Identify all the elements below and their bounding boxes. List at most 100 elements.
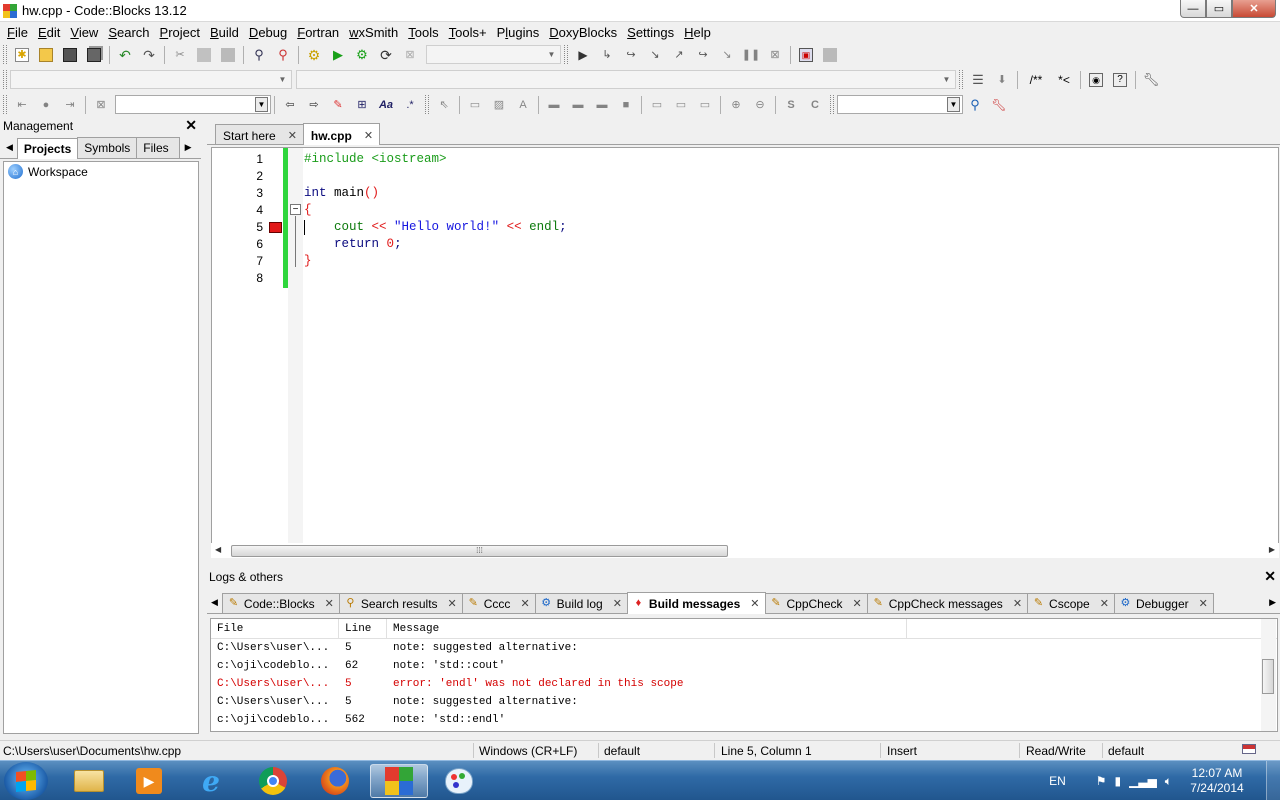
code-line[interactable]: 5 cout << "Hello world!" << endl; (212, 219, 1272, 236)
replace-button[interactable]: ⚲ (272, 45, 294, 65)
jump-last-button[interactable]: ● (35, 95, 57, 115)
doxyblocks-config-button[interactable]: 🔧︎ (1140, 70, 1162, 90)
rebuild-button[interactable]: ⟳ (375, 45, 397, 65)
code-line[interactable]: 7} (212, 253, 1272, 270)
debug-start-button[interactable]: ▶ (572, 45, 594, 65)
run-button[interactable]: ▶ (327, 45, 349, 65)
scope-select[interactable]: ▼ (10, 70, 292, 89)
menu-settings[interactable]: Settings (622, 25, 679, 40)
find-options-button[interactable]: 🔧︎ (988, 95, 1010, 115)
code-line[interactable]: 1 #include <iostream> (212, 151, 1272, 168)
code-line[interactable]: 6 return 0; (212, 236, 1272, 253)
toolbar-grip[interactable] (564, 45, 568, 64)
menu-tools[interactable]: Tools+ (444, 25, 492, 40)
tab-files[interactable]: Files (136, 137, 180, 158)
table-row[interactable]: C:\Users\user\... 5 error: 'endl' was not … (211, 675, 1277, 693)
redo-button[interactable]: ↷ (138, 45, 160, 65)
widget-panel-button[interactable]: ▭ (464, 95, 486, 115)
toolbar-grip[interactable] (3, 95, 7, 114)
menu-help[interactable]: Help (679, 25, 716, 40)
run-html-button[interactable]: ◉ (1085, 70, 1107, 90)
run-chm-button[interactable]: ? (1109, 70, 1131, 90)
stop-debug-button[interactable]: ⊠ (764, 45, 786, 65)
find-go-button[interactable]: ⚲ (964, 95, 986, 115)
vertical-scrollbar[interactable] (1261, 619, 1276, 731)
build-run-button[interactable]: ⚙ (351, 45, 373, 65)
undo-button[interactable]: ↶ (114, 45, 136, 65)
find-button[interactable]: ⚲ (248, 45, 270, 65)
block-comment-button[interactable]: /** (1022, 70, 1050, 90)
line-comment-button[interactable]: *< (1052, 70, 1076, 90)
close-icon[interactable]: ✕ (288, 129, 297, 142)
menu-project[interactable]: Project (155, 25, 205, 40)
code-editor[interactable]: 1 #include <iostream> 2 3 int main() 4{5 cout… (211, 147, 1279, 547)
taskbar-explorer[interactable] (62, 764, 116, 798)
language-indicator[interactable]: EN (1049, 774, 1066, 788)
step-into-button[interactable]: ↘ (644, 45, 666, 65)
tab-search-results[interactable]: ⚲ Search results ✕ (338, 593, 463, 613)
jump-back-button[interactable]: ⇤ (11, 95, 33, 115)
tab-scroll-left-icon[interactable]: ◀ (2, 142, 17, 158)
close-icon[interactable]: ✕ (520, 597, 529, 610)
close-icon[interactable]: ✕ (185, 118, 197, 132)
tab-projects[interactable]: Projects (16, 138, 79, 159)
show-desktop-button[interactable] (1266, 761, 1280, 800)
find-previous-button[interactable]: ⇦ (279, 95, 301, 115)
find-next-button[interactable]: ⇨ (303, 95, 325, 115)
menu-edit[interactable]: Edit (33, 25, 65, 40)
maximize-button[interactable]: ▭ (1206, 0, 1232, 18)
power-icon[interactable]: ▮ (1115, 774, 1122, 788)
table-row[interactable]: c:\oji\codeblo... 562 note: 'std::endl' (211, 711, 1277, 729)
tab-cppcheck-messages[interactable]: ✎ CppCheck messages ✕ (866, 593, 1029, 613)
pause-button[interactable]: ❚❚ (740, 45, 762, 65)
menu-plugins[interactable]: Plugins (492, 25, 545, 40)
layout-c-button[interactable]: ▬ (591, 95, 613, 115)
tab-cccc[interactable]: ✎ Cccc ✕ (461, 593, 536, 613)
toolbar-grip[interactable] (830, 95, 834, 114)
workspace-node[interactable]: ⌂ Workspace (4, 162, 198, 181)
run-to-cursor-button[interactable]: ↳ (596, 45, 618, 65)
build-messages-list[interactable]: File Line Message C:\Users\user\... 5 note… (210, 618, 1278, 732)
code-line[interactable]: 8 (212, 270, 1272, 287)
code-line[interactable]: 4{ (212, 202, 1272, 219)
tab-scroll-right-icon[interactable]: ▶ (1265, 597, 1280, 613)
scroll-left-icon[interactable]: ◀ (215, 545, 221, 554)
breakpoint-marker[interactable] (269, 222, 282, 233)
clock[interactable]: 12:07 AM 7/24/2014 (1182, 766, 1252, 796)
menu-build[interactable]: Build (205, 25, 244, 40)
menu-doxyblocks[interactable]: DoxyBlocks (544, 25, 622, 40)
zoom-in-button[interactable]: ⊕ (725, 95, 747, 115)
cut-button[interactable]: ✂ (169, 45, 191, 65)
copy-button[interactable] (193, 45, 215, 65)
step-instruction-button[interactable]: ↘ (716, 45, 738, 65)
new-file-button[interactable]: ✱ (11, 45, 33, 65)
scroll-thumb[interactable] (1262, 659, 1274, 694)
incremental-search-input[interactable]: ▼ (115, 95, 271, 114)
scroll-thumb[interactable]: ⁞⁞⁞ (231, 545, 728, 557)
toolbar-grip[interactable] (425, 95, 429, 114)
selected-text-button[interactable]: ⊞ (351, 95, 373, 115)
menu-fortran[interactable]: Fortran (292, 25, 344, 40)
debug-info-button[interactable] (819, 45, 841, 65)
taskbar-chrome[interactable] (246, 764, 300, 798)
menu-debug[interactable]: Debug (244, 25, 292, 40)
doxywizard-button[interactable]: ☰ (967, 70, 989, 90)
build-target-select[interactable]: ▼ (426, 45, 561, 64)
tab-scroll-left-icon[interactable]: ◀ (207, 597, 222, 613)
toolbar-grip[interactable] (959, 70, 963, 89)
code-line[interactable]: 3 int main() (212, 185, 1272, 202)
open-button[interactable] (35, 45, 57, 65)
table-row[interactable]: c:\oji\codeblo... 62 note: 'std::cout' (211, 657, 1277, 675)
next-instruction-button[interactable]: ↪ (692, 45, 714, 65)
close-icon[interactable]: ✕ (613, 597, 622, 610)
match-case-button[interactable]: Aa (375, 95, 397, 115)
step-out-button[interactable]: ↗ (668, 45, 690, 65)
tab-scroll-right-icon[interactable]: ▶ (181, 142, 196, 158)
tab-cppcheck[interactable]: ✎ CppCheck ✕ (764, 593, 868, 613)
taskbar-media-player[interactable]: ▶ (122, 764, 176, 798)
build-button[interactable]: ⚙ (303, 45, 325, 65)
save-button[interactable] (59, 45, 81, 65)
close-icon[interactable]: ✕ (750, 597, 759, 610)
menu-view[interactable]: View (65, 25, 103, 40)
shape-b-button[interactable]: ▭ (670, 95, 692, 115)
